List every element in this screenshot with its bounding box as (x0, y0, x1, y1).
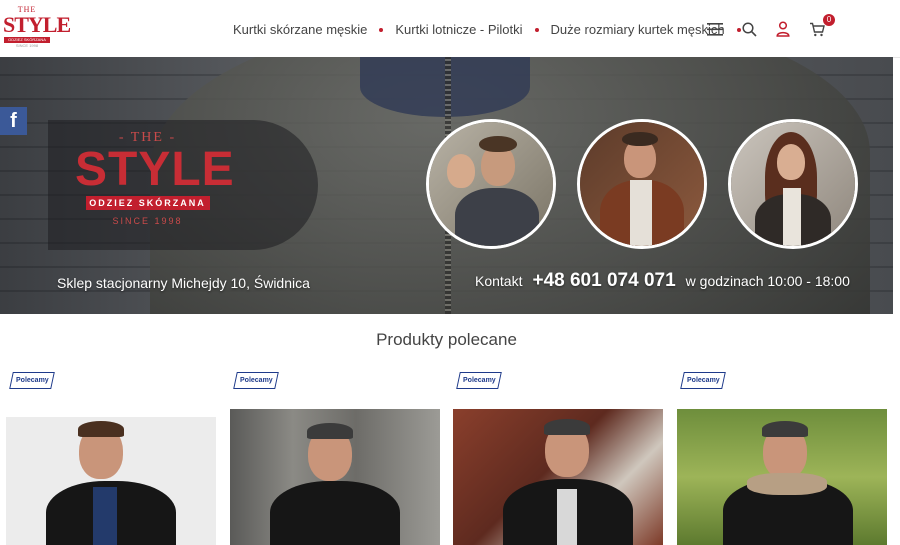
product-card[interactable]: Polecamy (677, 370, 887, 545)
product-card[interactable]: Polecamy (6, 370, 216, 545)
contact-label: Kontakt (475, 273, 523, 289)
hero-photo-couple (426, 119, 556, 249)
site-logo[interactable]: THE STYLE ODZIEZ SKÓRZANA SINCE 1998 (3, 5, 71, 53)
nav-item-kurtki-lotnicze[interactable]: Kurtki lotnicze - Pilotki (395, 22, 522, 37)
hero-photo-man (577, 119, 707, 249)
opening-hours: w godzinach 10:00 - 18:00 (685, 273, 850, 289)
product-card[interactable]: Polecamy (453, 370, 663, 545)
facebook-glyph: f (10, 109, 17, 132)
nav-separator-dot (534, 27, 539, 32)
main-nav: Kurtki skórzane męskie Kurtki lotnicze -… (233, 22, 753, 37)
cart-icon[interactable]: 0 (808, 14, 835, 38)
hero-banner[interactable]: - THE - STYLE ODZIEZ SKÓRZANA SINCE 1998… (0, 57, 893, 314)
user-icon[interactable] (774, 20, 792, 38)
recommended-badge: Polecamy (9, 372, 55, 389)
product-image[interactable] (677, 409, 887, 545)
product-image[interactable] (453, 409, 663, 545)
section-title: Produkty polecane (376, 330, 517, 349)
hero-logo-style: STYLE (75, 143, 235, 196)
nav-item-kurtki-skorzane[interactable]: Kurtki skórzane męskie (233, 22, 367, 37)
search-icon[interactable] (740, 20, 758, 38)
nav-item-duze-rozmiary[interactable]: Duże rozmiary kurtek męskich (551, 22, 725, 37)
nav-separator-dot (379, 27, 384, 32)
hero-logo-since: SINCE 1998 (112, 216, 183, 226)
product-image[interactable] (6, 417, 216, 545)
logo-style-text: STYLE (3, 12, 71, 37)
cart-count-badge: 0 (823, 14, 835, 26)
logo-since-text: SINCE 1998 (15, 43, 39, 48)
store-address-text: Sklep stacjonarny Michejdy 10, Świdnica (57, 275, 310, 291)
facebook-icon[interactable]: f (0, 107, 27, 135)
header-icons: 0 (706, 14, 842, 38)
recommended-badge: Polecamy (680, 372, 726, 389)
menu-icon[interactable] (706, 20, 724, 38)
product-card[interactable]: Polecamy (230, 370, 440, 545)
contact-info: Kontakt +48 601 074 071 w godzinach 10:0… (475, 270, 850, 292)
featured-products: Polecamy Polecamy Polecamy Polecamy (6, 370, 890, 545)
phone-number[interactable]: +48 601 074 071 (532, 270, 675, 292)
recommended-badge: Polecamy (233, 372, 279, 389)
site-header: THE STYLE ODZIEZ SKÓRZANA SINCE 1998 Kur… (0, 0, 900, 58)
recommended-badge: Polecamy (456, 372, 502, 389)
hero-logo: - THE - STYLE ODZIEZ SKÓRZANA SINCE 1998 (75, 130, 235, 226)
hero-photo-woman (728, 119, 858, 249)
product-image[interactable] (230, 409, 440, 545)
hero-logo-band: ODZIEZ SKÓRZANA (85, 196, 210, 210)
